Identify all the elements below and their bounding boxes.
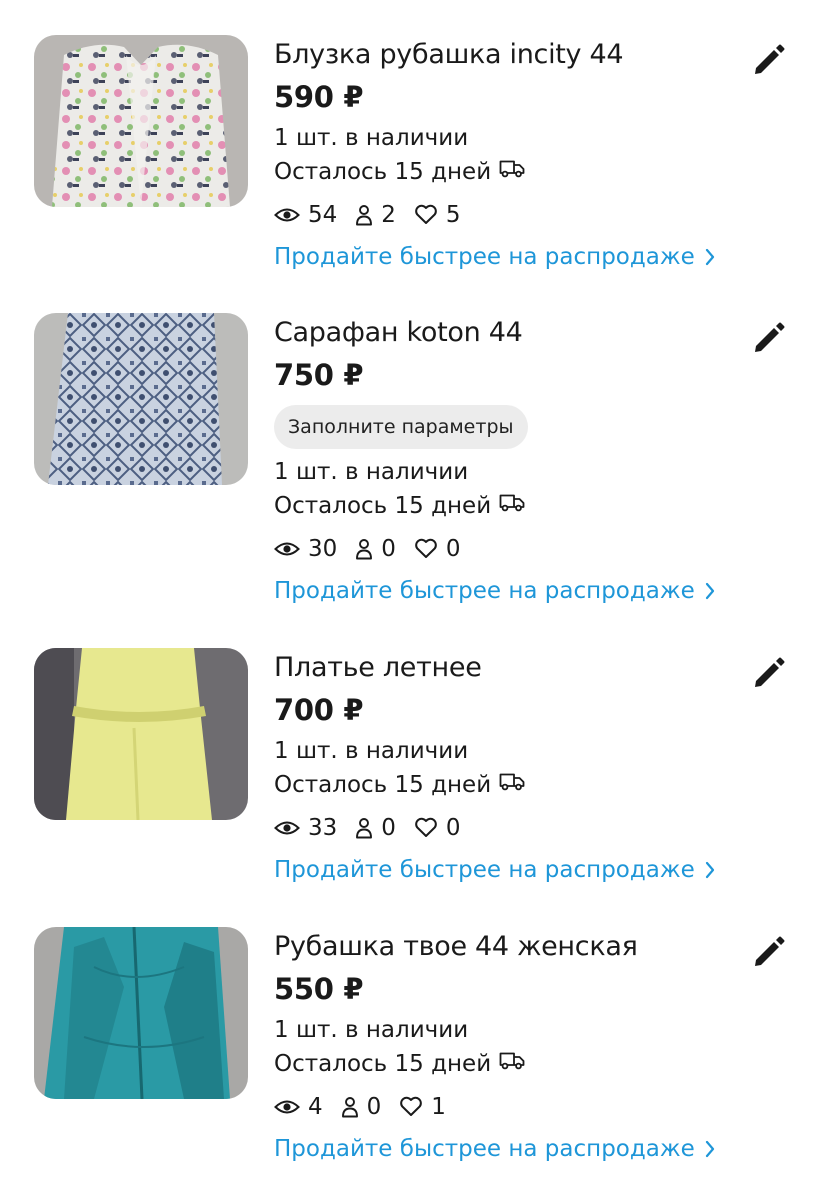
person-icon	[356, 538, 373, 559]
pencil-icon	[755, 322, 785, 352]
listings-list: Блузка рубашка incity 44 590 ₽ 1 шт. в н…	[0, 0, 819, 1200]
contacts-stat: 0	[341, 1093, 382, 1120]
listing-photo[interactable]	[34, 927, 248, 1099]
contacts-stat: 0	[355, 815, 396, 841]
sale-promo-link[interactable]: Продайте быстрее на распродаже	[274, 1132, 715, 1166]
fill-parameters-badge[interactable]: Заполните параметры	[274, 405, 528, 449]
contacts-count: 0	[381, 814, 396, 841]
sale-promo-link[interactable]: Продайте быстрее на распродаже	[274, 574, 715, 608]
favorites-stat: 0	[414, 815, 461, 841]
views-count: 54	[308, 201, 338, 228]
heart-icon	[415, 817, 437, 837]
days-remaining: Осталось 15 дней	[274, 489, 744, 524]
days-remaining: Осталось 15 дней	[274, 155, 744, 190]
heart-icon	[415, 538, 437, 558]
sale-promo-link[interactable]: Продайте быстрее на распродаже	[274, 853, 715, 887]
days-remaining: Осталось 15 дней	[274, 768, 744, 803]
person-icon	[341, 1096, 358, 1117]
listing-info: Платье летнее 700 ₽ 1 шт. в наличии Оста…	[274, 648, 744, 887]
favorites-count: 1	[431, 1093, 446, 1120]
listing-title[interactable]: Блузка рубашка incity 44	[274, 35, 744, 75]
edit-button[interactable]	[752, 656, 786, 690]
favorites-stat: 0	[414, 536, 461, 562]
chevron-right-icon	[705, 582, 714, 599]
pencil-icon	[755, 936, 785, 966]
views-count: 30	[308, 535, 338, 562]
views-stat: 54	[274, 202, 337, 228]
listing-price: 550 ₽	[274, 972, 364, 1006]
contacts-stat: 0	[355, 536, 396, 562]
listing-stats: 4 0 1	[274, 1090, 744, 1124]
listing-photo[interactable]	[34, 648, 248, 820]
days-remaining-text: Осталось 15 дней	[274, 159, 492, 185]
truck-icon	[499, 488, 525, 522]
pencil-icon	[755, 657, 785, 687]
days-remaining-text: Осталось 15 дней	[274, 772, 492, 798]
favorites-count: 5	[445, 201, 461, 228]
favorites-count: 0	[445, 814, 461, 841]
listing-price: 700 ₽	[274, 693, 364, 727]
listing-photo[interactable]	[34, 35, 248, 207]
eye-icon	[274, 1100, 300, 1113]
stock-status: 1 шт. в наличии	[274, 125, 469, 151]
views-count: 4	[308, 1093, 323, 1120]
stock-status: 1 шт. в наличии	[274, 738, 469, 764]
sale-promo-text: Продайте быстрее на распродаже	[274, 243, 695, 270]
listing-price: 590 ₽	[274, 80, 364, 114]
favorites-stat: 5	[414, 202, 461, 228]
pencil-icon	[755, 44, 785, 74]
eye-icon	[274, 208, 300, 221]
listing-stats: 54 2 5	[274, 198, 744, 232]
listing-info: Рубашка твое 44 женская 550 ₽ 1 шт. в на…	[274, 927, 744, 1166]
listing-title[interactable]: Рубашка твое 44 женская	[274, 927, 744, 967]
views-stat: 30	[274, 536, 337, 562]
heart-icon	[400, 1096, 423, 1116]
listing-info: Сарафан koton 44 750 ₽ Заполните парамет…	[274, 313, 744, 608]
eye-icon	[274, 542, 300, 555]
chevron-right-icon	[705, 248, 714, 265]
chevron-right-icon	[705, 1140, 714, 1157]
listing-stats: 30 0 0	[274, 532, 744, 566]
heart-icon	[415, 204, 437, 224]
eye-icon	[274, 821, 300, 834]
person-icon	[356, 817, 373, 838]
listing-stats: 33 0 0	[274, 811, 744, 845]
truck-icon	[499, 1046, 525, 1080]
sale-promo-link[interactable]: Продайте быстрее на распродаже	[274, 240, 715, 274]
stock-status: 1 шт. в наличии	[274, 1017, 469, 1043]
edit-button[interactable]	[752, 935, 786, 969]
sale-promo-text: Продайте быстрее на распродаже	[274, 1135, 695, 1162]
stock-status: 1 шт. в наличии	[274, 459, 469, 485]
truck-icon	[499, 767, 525, 801]
views-stat: 4	[274, 1094, 323, 1120]
listing-price: 750 ₽	[274, 358, 364, 392]
truck-icon	[499, 154, 525, 188]
person-icon	[356, 204, 373, 225]
days-remaining: Осталось 15 дней	[274, 1047, 744, 1082]
contacts-count: 2	[381, 201, 396, 228]
sale-promo-text: Продайте быстрее на распродаже	[274, 577, 695, 604]
listing-photo[interactable]	[34, 313, 248, 485]
contacts-count: 0	[366, 1093, 382, 1120]
contacts-stat: 2	[355, 202, 396, 228]
favorites-count: 0	[445, 535, 461, 562]
days-remaining-text: Осталось 15 дней	[274, 493, 492, 519]
edit-button[interactable]	[752, 321, 786, 355]
days-remaining-text: Осталось 15 дней	[274, 1051, 492, 1077]
sale-promo-text: Продайте быстрее на распродаже	[274, 856, 695, 883]
views-count: 33	[308, 814, 338, 841]
listing-title[interactable]: Сарафан koton 44	[274, 313, 744, 353]
contacts-count: 0	[381, 535, 396, 562]
listing-info: Блузка рубашка incity 44 590 ₽ 1 шт. в н…	[274, 35, 744, 274]
chevron-right-icon	[705, 861, 714, 878]
edit-button[interactable]	[752, 43, 786, 77]
listing-title[interactable]: Платье летнее	[274, 648, 744, 688]
views-stat: 33	[274, 815, 337, 841]
favorites-stat: 1	[399, 1094, 446, 1120]
